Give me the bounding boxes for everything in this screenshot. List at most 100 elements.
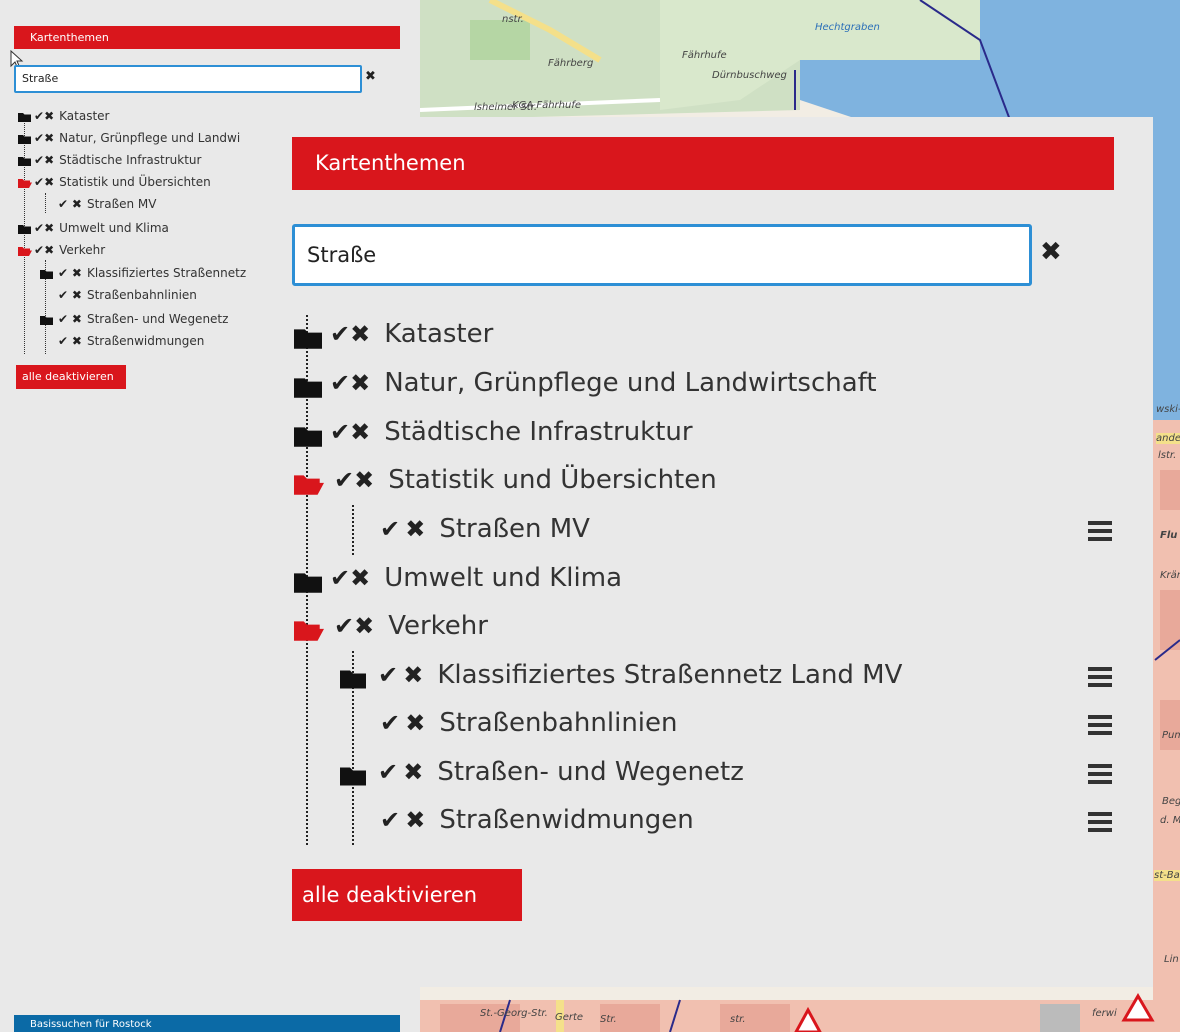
tree-item-wegenetz[interactable]: ✔ ✖ Straßen- und Wegenetz	[40, 309, 228, 329]
cross-icon[interactable]: ✖	[350, 320, 370, 348]
tree-item-label[interactable]: Städtische Infrastruktur	[384, 417, 692, 447]
check-icon[interactable]: ✔	[34, 109, 44, 123]
tree-item-kataster[interactable]: ✔✖ Kataster	[294, 314, 493, 354]
folder-closed-icon[interactable]	[18, 219, 34, 239]
folder-closed-icon[interactable]	[40, 264, 58, 284]
deactivate-all-button[interactable]: alle deaktivieren	[292, 869, 522, 921]
tree-item-strassenbahnlinien[interactable]: ✔ ✖ Straßenbahnlinien	[380, 703, 678, 743]
cross-icon[interactable]: ✖	[405, 806, 425, 834]
tree-item-natur[interactable]: ✔✖ Natur, Grünpflege und Landwirtschaft	[294, 363, 877, 403]
check-icon[interactable]: ✔	[334, 466, 354, 494]
hamburger-menu-icon[interactable]	[1088, 760, 1114, 800]
folder-closed-icon[interactable]	[294, 415, 330, 455]
check-icon[interactable]: ✔	[58, 266, 68, 280]
cross-icon[interactable]: ✖	[72, 312, 82, 326]
check-icon[interactable]: ✔	[34, 131, 44, 145]
cross-icon[interactable]: ✖	[44, 221, 54, 235]
close-icon[interactable]: ✖	[1040, 237, 1062, 267]
tree-item-label[interactable]: Städtische Infrastruktur	[59, 153, 201, 167]
tree-item-label[interactable]: Klassifiziertes Straßennetz Land MV	[437, 660, 902, 690]
tree-item-label[interactable]: Straßenwidmungen	[439, 805, 693, 835]
cross-icon[interactable]: ✖	[405, 709, 425, 737]
cross-icon[interactable]: ✖	[44, 153, 54, 167]
check-icon[interactable]: ✔	[58, 312, 68, 326]
check-icon[interactable]: ✔	[34, 221, 44, 235]
tree-item-umwelt[interactable]: ✔✖ Umwelt und Klima	[294, 558, 622, 598]
folder-open-icon[interactable]	[294, 609, 334, 649]
tree-item-label[interactable]: Verkehr	[388, 611, 488, 641]
tree-item-label[interactable]: Statistik und Übersichten	[59, 175, 211, 189]
check-icon[interactable]: ✔	[330, 418, 350, 446]
folder-closed-icon[interactable]	[40, 310, 58, 330]
folder-closed-icon[interactable]	[18, 151, 34, 171]
check-icon[interactable]: ✔	[58, 288, 68, 302]
folder-closed-icon[interactable]	[294, 561, 330, 601]
cross-icon[interactable]: ✖	[72, 197, 82, 211]
hamburger-menu-icon[interactable]	[1088, 808, 1114, 848]
search-input[interactable]: Straße	[14, 65, 362, 93]
tree-item-label[interactable]: Natur, Grünpflege und Landwi	[59, 131, 240, 145]
cross-icon[interactable]: ✖	[354, 612, 374, 640]
tree-item-verkehr[interactable]: ✔✖ Verkehr	[18, 240, 105, 260]
tree-item-infrastruktur[interactable]: ✔✖ Städtische Infrastruktur	[294, 412, 693, 452]
tree-item-umwelt[interactable]: ✔✖ Umwelt und Klima	[18, 218, 169, 238]
panel-header[interactable]: Kartenthemen	[292, 137, 1114, 190]
folder-open-icon[interactable]	[294, 463, 334, 503]
tree-item-strassen-mv[interactable]: ✔ ✖ Straßen MV	[380, 509, 590, 549]
cross-icon[interactable]: ✖	[44, 175, 54, 189]
check-icon[interactable]: ✔	[34, 243, 44, 257]
tree-item-label[interactable]: Straßen MV	[87, 197, 157, 211]
tree-item-statistik[interactable]: ✔✖ Statistik und Übersichten	[18, 172, 211, 192]
tree-item-label[interactable]: Straßenwidmungen	[87, 334, 204, 348]
tree-item-label[interactable]: Straßen MV	[439, 514, 590, 544]
panel-header[interactable]: Kartenthemen	[14, 26, 400, 49]
tree-item-label[interactable]: Kataster	[59, 109, 109, 123]
check-icon[interactable]: ✔	[380, 709, 400, 737]
check-icon[interactable]: ✔	[330, 369, 350, 397]
check-icon[interactable]: ✔	[330, 320, 350, 348]
tree-item-verkehr[interactable]: ✔✖ Verkehr	[294, 606, 488, 646]
hamburger-menu-icon[interactable]	[1088, 663, 1114, 703]
tree-item-label[interactable]: Natur, Grünpflege und Landwirtschaft	[384, 368, 876, 398]
tree-item-wegenetz[interactable]: ✔ ✖ Straßen- und Wegenetz	[340, 752, 744, 792]
close-icon[interactable]: ✖	[365, 69, 376, 84]
cross-icon[interactable]: ✖	[350, 369, 370, 397]
check-icon[interactable]: ✔	[34, 153, 44, 167]
cross-icon[interactable]: ✖	[72, 334, 82, 348]
tree-item-strassen-mv[interactable]: ✔ ✖ Straßen MV	[58, 194, 157, 214]
tree-item-strassenwidmungen[interactable]: ✔ ✖ Straßenwidmungen	[58, 331, 204, 351]
cross-icon[interactable]: ✖	[354, 466, 374, 494]
cross-icon[interactable]: ✖	[44, 131, 54, 145]
tree-item-kataster[interactable]: ✔✖ Kataster	[18, 106, 109, 126]
tree-item-infrastruktur[interactable]: ✔✖ Städtische Infrastruktur	[18, 150, 201, 170]
basic-search-header[interactable]: Basissuchen für Rostock	[14, 1015, 400, 1032]
check-icon[interactable]: ✔	[58, 197, 68, 211]
folder-open-icon[interactable]	[18, 241, 34, 261]
cross-icon[interactable]: ✖	[72, 288, 82, 302]
folder-closed-icon[interactable]	[18, 129, 34, 149]
tree-item-label[interactable]: Klassifiziertes Straßennetz	[87, 266, 246, 280]
cross-icon[interactable]: ✖	[72, 266, 82, 280]
check-icon[interactable]: ✔	[34, 175, 44, 189]
cross-icon[interactable]: ✖	[44, 109, 54, 123]
tree-item-klassifiziertes[interactable]: ✔ ✖ Klassifiziertes Straßennetz	[40, 263, 246, 283]
check-icon[interactable]: ✔	[380, 806, 400, 834]
cross-icon[interactable]: ✖	[350, 564, 370, 592]
tree-item-strassenwidmungen[interactable]: ✔ ✖ Straßenwidmungen	[380, 800, 694, 840]
cross-icon[interactable]: ✖	[403, 758, 423, 786]
cross-icon[interactable]: ✖	[44, 243, 54, 257]
check-icon[interactable]: ✔	[378, 661, 398, 689]
tree-item-label[interactable]: Umwelt und Klima	[384, 563, 622, 593]
cross-icon[interactable]: ✖	[403, 661, 423, 689]
tree-item-klassifiziertes[interactable]: ✔ ✖ Klassifiziertes Straßennetz Land MV	[340, 655, 902, 695]
tree-item-label[interactable]: Kataster	[384, 319, 493, 349]
tree-item-label[interactable]: Verkehr	[59, 243, 105, 257]
cross-icon[interactable]: ✖	[350, 418, 370, 446]
tree-item-strassenbahnlinien[interactable]: ✔ ✖ Straßenbahnlinien	[58, 285, 197, 305]
tree-item-label[interactable]: Umwelt und Klima	[59, 221, 169, 235]
folder-closed-icon[interactable]	[294, 366, 330, 406]
folder-open-icon[interactable]	[18, 173, 34, 193]
check-icon[interactable]: ✔	[334, 612, 354, 640]
deactivate-all-button[interactable]: alle deaktivieren	[16, 365, 126, 389]
cross-icon[interactable]: ✖	[405, 515, 425, 543]
